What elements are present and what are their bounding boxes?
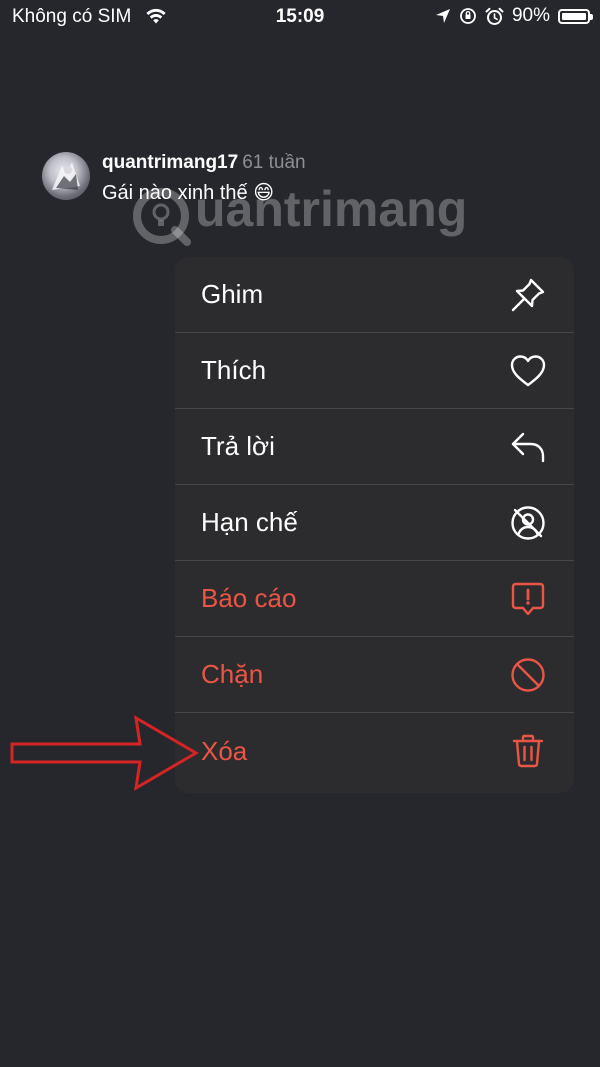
restrict-icon [508,503,548,543]
annotation-arrow-icon [10,715,199,791]
menu-item-like[interactable]: Thích [175,333,574,409]
menu-item-label: Chặn [201,659,264,689]
battery-percent: 90% [511,5,550,26]
menu-item-label: Xóa [201,735,248,766]
block-icon [508,655,548,695]
comment-time-ago: 61 tuần [242,152,306,173]
menu-item-label: Báo cáo [201,583,297,613]
avatar[interactable] [42,152,90,200]
menu-item-reply[interactable]: Trả lời [175,409,574,485]
menu-item-restrict[interactable]: Hạn chế [175,485,574,561]
watermark-text: uantrimang [195,181,468,237]
location-arrow-icon [435,9,450,23]
status-icons: 90% [435,4,593,28]
comment-context-menu: Ghim Thích Trả lời Hạn chế Báo cáo Chặn … [175,257,574,793]
report-icon [508,579,548,619]
heart-icon [508,351,548,391]
comment-meta: quantrimang17 61 tuần [102,152,306,174]
reply-icon [508,427,548,467]
battery-icon [558,8,593,24]
pin-icon [508,275,548,315]
orientation-lock-icon [460,8,476,24]
watermark: uantrimang [125,180,485,250]
trash-icon [508,731,548,771]
comment-username[interactable]: quantrimang17 [102,152,238,173]
menu-item-label: Trả lời [201,431,275,461]
menu-item-label: Thích [201,355,267,385]
menu-item-block[interactable]: Chặn [175,637,574,713]
status-bar: Không có SIM 15:09 90% [0,0,600,34]
menu-item-report[interactable]: Báo cáo [175,561,574,637]
watermark-logo-icon [133,188,191,246]
alarm-icon [485,7,504,25]
menu-item-pin[interactable]: Ghim [175,257,574,333]
menu-item-label: Ghim [201,279,264,309]
menu-item-label: Hạn chế [201,507,298,537]
menu-item-delete[interactable]: Xóa [175,713,574,789]
